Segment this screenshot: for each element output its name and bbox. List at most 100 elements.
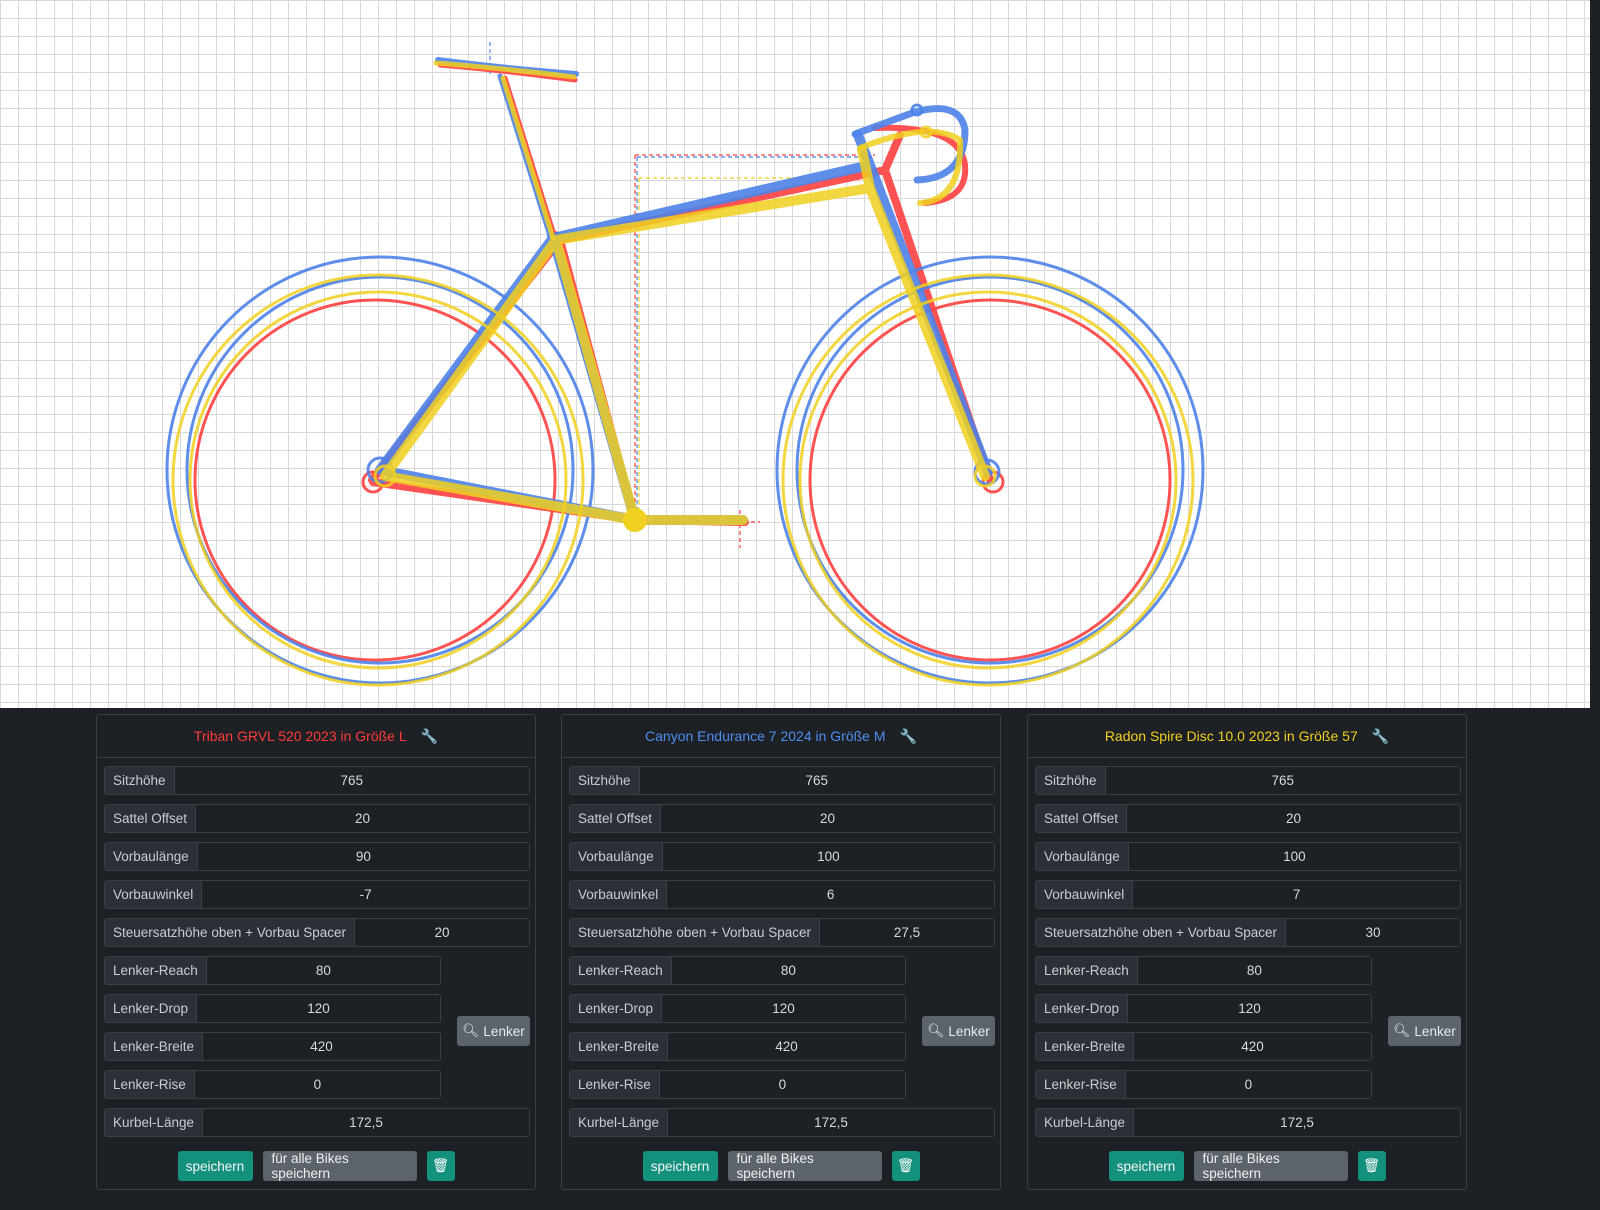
field-label: Lenker-Drop (105, 995, 198, 1022)
lenker-search-button[interactable]: 🔍︎ Lenker (1388, 1016, 1461, 1046)
bike-yellow (171, 60, 1195, 687)
field-input[interactable]: 172,5 (203, 1109, 529, 1136)
field-lenker-drop[interactable]: Lenker-Drop 120 (1035, 994, 1372, 1023)
wrench-icon[interactable]: 🔧 (900, 728, 917, 745)
field-steuersatz[interactable]: Steuersatzhöhe oben + Vorbau Spacer 20 (104, 918, 530, 947)
bike-panel-2: Canyon Endurance 7 2024 in Größe M 🔧 Sit… (561, 714, 1001, 1190)
delete-button[interactable]: 🗑︎ (1357, 1151, 1386, 1181)
field-input[interactable]: 172,5 (1134, 1109, 1460, 1136)
field-label: Lenker-Rise (1036, 1071, 1126, 1098)
wrench-icon[interactable]: 🔧 (421, 728, 438, 745)
delete-button[interactable]: 🗑︎ (426, 1151, 455, 1181)
save-all-button[interactable]: für alle Bikes speichern (727, 1151, 882, 1181)
field-label: Vorbauwinkel (1036, 881, 1134, 908)
field-input[interactable]: 80 (1137, 957, 1371, 984)
field-lenker-drop[interactable]: Lenker-Drop 120 (569, 994, 906, 1023)
field-input[interactable]: 27,5 (820, 919, 994, 946)
field-steuersatz[interactable]: Steuersatzhöhe oben + Vorbau Spacer 30 (1035, 918, 1461, 947)
field-lenker-breite[interactable]: Lenker-Breite 420 (104, 1032, 441, 1061)
lenker-search-button[interactable]: 🔍︎ Lenker (457, 1016, 530, 1046)
save-all-button[interactable]: für alle Bikes speichern (1193, 1151, 1348, 1181)
wrench-icon[interactable]: 🔧 (1372, 728, 1389, 745)
field-sattel-offset[interactable]: Sattel Offset 20 (104, 804, 530, 833)
field-label: Lenker-Reach (1036, 957, 1138, 984)
field-input[interactable]: 765 (1105, 767, 1460, 794)
field-vorbauwinkel[interactable]: Vorbauwinkel 6 (569, 880, 995, 909)
field-lenker-breite[interactable]: Lenker-Breite 420 (1035, 1032, 1372, 1061)
lenker-search-button[interactable]: 🔍︎ Lenker (922, 1016, 995, 1046)
field-input[interactable]: 420 (668, 1033, 905, 1060)
field-input[interactable]: 30 (1286, 919, 1460, 946)
field-steuersatz[interactable]: Steuersatzhöhe oben + Vorbau Spacer 27,5 (569, 918, 995, 947)
field-kurbel-laenge[interactable]: Kurbel-Länge 172,5 (1035, 1108, 1461, 1137)
field-input[interactable]: 90 (197, 843, 529, 870)
field-sitzhoehe[interactable]: Sitzhöhe 765 (104, 766, 530, 795)
field-input[interactable]: 20 (661, 805, 994, 832)
field-input[interactable]: 420 (203, 1033, 440, 1060)
save-button[interactable]: speichern (177, 1151, 253, 1181)
field-vorbaulaenge[interactable]: Vorbaulänge 90 (104, 842, 530, 871)
field-input[interactable]: -7 (202, 881, 529, 908)
field-label: Lenker-Reach (570, 957, 672, 984)
bike-overlay-drawing (165, 42, 1205, 687)
field-sitzhoehe[interactable]: Sitzhöhe 765 (569, 766, 995, 795)
panel-actions: speichern für alle Bikes speichern 🗑︎ (97, 1151, 535, 1181)
search-icon: 🔍︎ (1393, 1023, 1411, 1038)
field-input[interactable]: 0 (194, 1071, 440, 1098)
field-lenker-rise[interactable]: Lenker-Rise 0 (569, 1070, 906, 1099)
field-lenker-rise[interactable]: Lenker-Rise 0 (1035, 1070, 1372, 1099)
field-input[interactable]: 120 (1128, 995, 1371, 1022)
field-label: Lenker-Breite (1036, 1033, 1135, 1060)
panel-header: Radon Spire Disc 10.0 2023 in Größe 57 🔧 (1028, 715, 1466, 758)
field-input[interactable]: 765 (174, 767, 529, 794)
field-lenker-reach[interactable]: Lenker-Reach 80 (104, 956, 441, 985)
field-label: Steuersatzhöhe oben + Vorbau Spacer (1036, 919, 1287, 946)
delete-button[interactable]: 🗑︎ (891, 1151, 920, 1181)
field-input[interactable]: 120 (662, 995, 905, 1022)
field-input[interactable]: 420 (1134, 1033, 1371, 1060)
field-input[interactable]: 0 (1125, 1071, 1371, 1098)
field-label: Kurbel-Länge (105, 1109, 204, 1136)
field-label: Lenker-Rise (105, 1071, 195, 1098)
field-input[interactable]: 80 (206, 957, 440, 984)
field-vorbaulaenge[interactable]: Vorbaulänge 100 (569, 842, 995, 871)
field-kurbel-laenge[interactable]: Kurbel-Länge 172,5 (104, 1108, 530, 1137)
field-lenker-drop[interactable]: Lenker-Drop 120 (104, 994, 441, 1023)
field-vorbauwinkel[interactable]: Vorbauwinkel -7 (104, 880, 530, 909)
field-label: Lenker-Drop (1036, 995, 1129, 1022)
field-input[interactable]: 20 (196, 805, 529, 832)
field-lenker-breite[interactable]: Lenker-Breite 420 (569, 1032, 906, 1061)
field-input[interactable]: 80 (671, 957, 905, 984)
save-button[interactable]: speichern (1108, 1151, 1184, 1181)
field-lenker-rise[interactable]: Lenker-Rise 0 (104, 1070, 441, 1099)
field-input[interactable]: 120 (197, 995, 440, 1022)
field-input[interactable]: 765 (639, 767, 994, 794)
field-input[interactable]: 0 (659, 1071, 905, 1098)
lenker-button-label: Lenker (1414, 1023, 1456, 1039)
panel-header: Canyon Endurance 7 2024 in Größe M 🔧 (562, 715, 1000, 758)
reference-lines (489, 42, 875, 548)
field-label: Sattel Offset (1036, 805, 1128, 832)
trash-icon: 🗑︎ (431, 1158, 450, 1173)
field-input[interactable]: 20 (355, 919, 529, 946)
field-sattel-offset[interactable]: Sattel Offset 20 (569, 804, 995, 833)
save-button[interactable]: speichern (642, 1151, 718, 1181)
field-input[interactable]: 172,5 (668, 1109, 994, 1136)
field-input[interactable]: 6 (667, 881, 994, 908)
bike-title: Triban GRVL 520 2023 in Größe L (193, 728, 407, 744)
field-label: Sitzhöhe (570, 767, 640, 794)
geometry-canvas[interactable] (0, 0, 1590, 708)
field-label: Vorbauwinkel (105, 881, 203, 908)
field-vorbauwinkel[interactable]: Vorbauwinkel 7 (1035, 880, 1461, 909)
field-input[interactable]: 7 (1133, 881, 1460, 908)
field-sitzhoehe[interactable]: Sitzhöhe 765 (1035, 766, 1461, 795)
field-kurbel-laenge[interactable]: Kurbel-Länge 172,5 (569, 1108, 995, 1137)
field-lenker-reach[interactable]: Lenker-Reach 80 (569, 956, 906, 985)
field-input[interactable]: 20 (1127, 805, 1460, 832)
field-sattel-offset[interactable]: Sattel Offset 20 (1035, 804, 1461, 833)
field-input[interactable]: 100 (1128, 843, 1460, 870)
field-vorbaulaenge[interactable]: Vorbaulänge 100 (1035, 842, 1461, 871)
field-lenker-reach[interactable]: Lenker-Reach 80 (1035, 956, 1372, 985)
field-input[interactable]: 100 (662, 843, 994, 870)
save-all-button[interactable]: für alle Bikes speichern (262, 1151, 417, 1181)
